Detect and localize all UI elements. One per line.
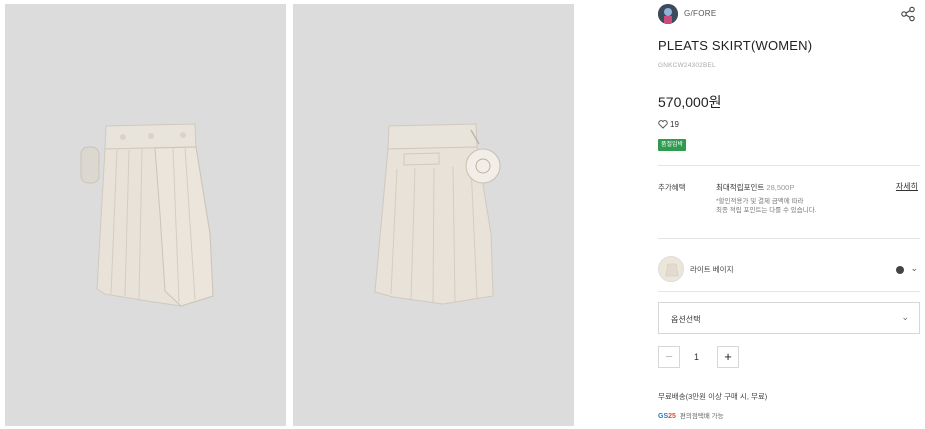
gs25-logo-gs: GS	[658, 413, 669, 420]
divider	[658, 165, 920, 166]
skirt-back-illustration	[293, 4, 574, 426]
divider	[658, 238, 920, 239]
heart-icon	[658, 120, 668, 130]
color-dot-icon[interactable]	[896, 266, 904, 274]
quantity-value: 1	[694, 352, 700, 362]
brand-name[interactable]: G/FORE	[684, 9, 716, 18]
benefit-label: 추가혜택	[658, 183, 686, 192]
product-code: GNKCW24302BEL	[658, 62, 716, 69]
product-price: 570,000원	[658, 94, 722, 110]
points-note: *할인적용가 및 결제 금액에 따라 최종 적립 포인트는 다를 수 있습니다.	[716, 197, 896, 215]
divider	[658, 291, 920, 292]
chevron-down-icon: ⌄	[901, 312, 909, 322]
skirt-thumbnail-icon	[659, 257, 683, 281]
product-title: PLEATS SKIRT(WOMEN)	[658, 38, 813, 53]
skirt-front-illustration	[5, 4, 286, 426]
option-select[interactable]: 옵션선택 ⌄	[658, 302, 920, 334]
convenience-store-delivery: GS25 편의점택배 가능	[658, 410, 724, 420]
brand-avatar-icon[interactable]	[658, 4, 678, 24]
quantity-minus-button[interactable]: −	[658, 346, 680, 368]
max-points-value: 28,500P	[766, 183, 795, 192]
points-note-line: *할인적용가 및 결제 금액에 따라	[716, 198, 804, 205]
like-count: 19	[670, 120, 679, 129]
product-image-back[interactable]	[293, 4, 574, 426]
points-note-line: 최종 적립 포인트는 다를 수 있습니다.	[716, 207, 817, 214]
quantity-stepper: − 1 +	[658, 346, 758, 370]
option-select-label: 옵션선택	[671, 315, 701, 324]
product-info-panel: G/FORE PLEATS SKIRT(WOMEN) GNKCW24302BEL…	[658, 0, 920, 429]
gs25-logo-num: 25	[668, 413, 676, 420]
color-swatch[interactable]	[658, 256, 684, 282]
convenience-store-text: 편의점택배 가능	[679, 413, 724, 420]
gs25-logo: GS25	[658, 413, 676, 420]
brand-row: G/FORE	[658, 4, 920, 24]
quantity-plus-button[interactable]: +	[717, 346, 739, 368]
like-button[interactable]: 19	[658, 120, 679, 132]
share-icon[interactable]	[900, 6, 916, 22]
chevron-down-icon[interactable]: ⌄	[910, 263, 918, 274]
max-points: 최대적립포인트 28,500P	[716, 182, 794, 193]
max-points-label: 최대적립포인트	[716, 183, 765, 192]
color-name: 라이트 베이지	[690, 265, 734, 274]
product-image-front[interactable]	[5, 4, 286, 426]
detail-link[interactable]: 자세히	[896, 181, 918, 192]
status-badge: 품절임박	[658, 139, 687, 151]
shipping-info: 무료배송(3만원 이상 구매 시, 무료)	[658, 392, 768, 401]
